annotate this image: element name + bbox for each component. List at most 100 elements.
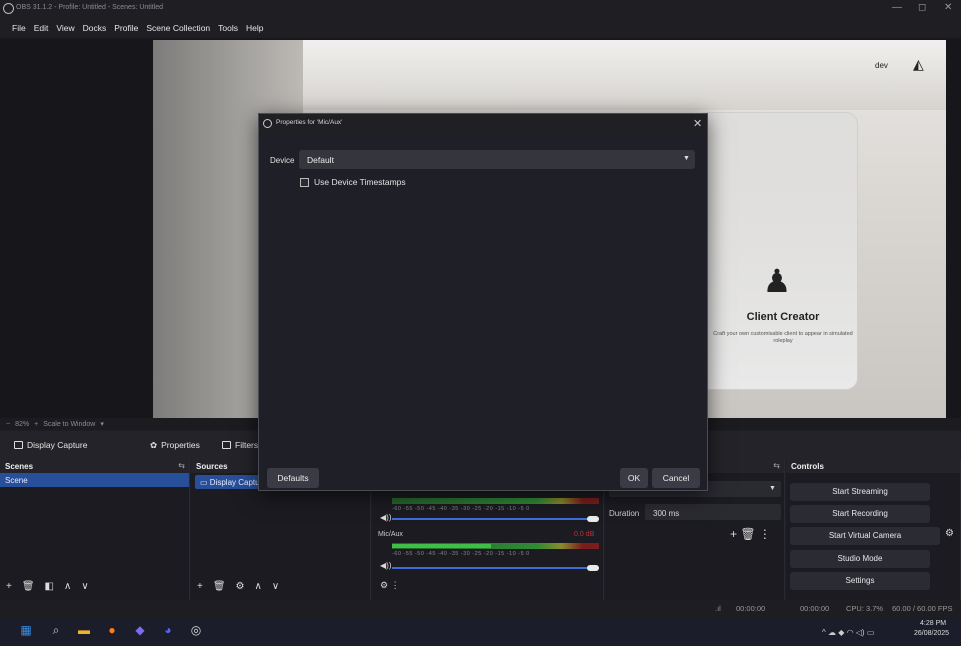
properties-label: Properties — [161, 440, 200, 450]
trash-icon[interactable]: 🗑 — [213, 581, 226, 592]
monitor-icon — [14, 441, 23, 449]
device-value: Default — [307, 155, 334, 165]
scenes-footer: + 🗑 ◧ ∧ ∨ — [6, 581, 89, 592]
zoom-level: 82% — [15, 420, 30, 428]
menu-scene-collection[interactable]: Scene Collection — [146, 23, 210, 33]
channel2-meter-fill — [392, 544, 491, 548]
up-icon[interactable]: ∧ — [255, 581, 262, 592]
virtual-camera-settings-icon[interactable]: ⚙ — [945, 528, 954, 539]
zoom-out-button[interactable]: − — [6, 421, 10, 428]
filter-icon[interactable]: ◧ — [45, 581, 54, 592]
channel2-volume-knob[interactable] — [587, 565, 599, 571]
channel2-scale: -60 -55 -50 -45 -40 -35 -30 -25 -20 -15 … — [392, 551, 530, 557]
discord-icon[interactable]: ◕ — [160, 622, 176, 638]
filters-button[interactable]: Filters — [222, 436, 258, 454]
mixer-settings-icon[interactable]: ⚙ ⋮ — [380, 580, 400, 591]
channel2-name: Mic/Aux — [378, 531, 403, 538]
stream-time: 00:00:00 — [736, 604, 766, 613]
fps-readout: 60.00 / 60.00 FPS — [892, 604, 953, 613]
down-icon[interactable]: ∨ — [81, 581, 88, 592]
app-icon[interactable]: ◆ — [132, 622, 148, 638]
start-virtual-camera-button[interactable]: Start Virtual Camera — [790, 527, 940, 545]
obs-logo-icon — [3, 3, 14, 14]
add-icon[interactable]: + — [197, 581, 203, 592]
use-device-timestamps-checkbox[interactable] — [300, 178, 309, 187]
duration-value: 300 ms — [653, 509, 680, 518]
scenes-header: Scenes ⇆ — [0, 459, 189, 473]
channel1-volume-knob[interactable] — [587, 516, 599, 522]
gear-icon[interactable]: ⚙ — [236, 581, 245, 592]
card-title: Client Creator — [746, 311, 820, 323]
trash-icon[interactable]: 🗑 — [22, 581, 35, 592]
channel1-volume-slider[interactable] — [392, 518, 599, 520]
cpu-usage: CPU: 3.7% — [846, 604, 884, 613]
add-icon[interactable]: + — [6, 581, 12, 592]
add-transition-icon[interactable]: + 🗑 ⋮ — [730, 527, 771, 541]
cancel-button[interactable]: Cancel — [652, 468, 700, 488]
chevron-down-icon[interactable]: ▾ — [100, 420, 104, 428]
dock-options-icon: ⇆ — [178, 461, 185, 470]
windows-start-icon[interactable]: ▦ — [18, 622, 34, 638]
controls-header: Controls — [786, 459, 960, 473]
menu-help[interactable]: Help — [246, 23, 263, 33]
close-button[interactable]: ✕ — [944, 2, 952, 13]
down-icon[interactable]: ∨ — [272, 581, 279, 592]
rec-time: 00:00:00 — [800, 604, 830, 613]
menu-edit[interactable]: Edit — [34, 23, 49, 33]
use-device-timestamps-label: Use Device Timestamps — [314, 177, 406, 187]
selected-source: Display Capture — [14, 436, 87, 454]
studio-mode-button[interactable]: Studio Mode — [790, 550, 930, 568]
dock-options-icon: ⇆ — [773, 461, 780, 470]
search-icon[interactable]: ⌕ — [48, 622, 64, 638]
monitor-icon: ▭ — [200, 478, 210, 487]
channel2-db: 0.0 dB — [574, 531, 595, 538]
device-select[interactable] — [299, 150, 695, 169]
menu-tools[interactable]: Tools — [218, 23, 238, 33]
close-icon[interactable]: ✕ — [693, 117, 702, 130]
scenes-dock: Scenes ⇆ Scene + 🗑 ◧ ∧ ∨ — [0, 459, 190, 600]
system-tray-icons[interactable]: ^ ☁ ◆ ◠ ◁) ▭ — [822, 628, 874, 637]
zoom-in-button[interactable]: + — [34, 421, 38, 428]
maximize-button[interactable]: ◻ — [918, 2, 926, 13]
start-recording-button[interactable]: Start Recording — [790, 505, 930, 523]
minimize-button[interactable]: — — [892, 2, 902, 13]
device-label: Device — [270, 156, 295, 165]
menu-view[interactable]: View — [56, 23, 74, 33]
user-icon: ♟ — [762, 263, 792, 299]
scene-item[interactable]: Scene — [0, 473, 189, 487]
settings-button[interactable]: Settings — [790, 572, 930, 590]
defaults-button[interactable]: Defaults — [267, 468, 319, 488]
menu-docks[interactable]: Docks — [83, 23, 107, 33]
menu-profile[interactable]: Profile — [114, 23, 138, 33]
obs-taskbar-icon[interactable]: ◎ — [188, 622, 204, 638]
dev-label: dev — [875, 61, 888, 70]
firefox-icon[interactable]: ● — [104, 622, 120, 638]
controls-dock: Controls Start Streaming Start Recording… — [786, 459, 961, 600]
properties-button[interactable]: ✿ Properties — [150, 436, 200, 454]
start-streaming-button[interactable]: Start Streaming — [790, 483, 930, 501]
speaker-icon[interactable]: ◀)) — [380, 561, 391, 570]
status-bar: .ıl 00:00:00 00:00:00 CPU: 3.7% 60.00 / … — [0, 601, 961, 617]
preview-ceiling — [303, 40, 946, 110]
channel2-volume-slider[interactable] — [392, 567, 599, 569]
selected-source-label: Display Capture — [27, 440, 88, 450]
sources-footer: + 🗑 ⚙ ∧ ∨ — [197, 581, 279, 592]
card-description: Craft your own customisable client to ap… — [713, 331, 853, 344]
properties-dialog: Properties for 'Mic/Aux' ✕ Device Defaul… — [258, 113, 708, 491]
duration-label: Duration — [609, 509, 640, 518]
up-icon[interactable]: ∧ — [64, 581, 71, 592]
signal-icon: .ıl — [715, 604, 721, 613]
file-explorer-icon[interactable]: ▬ — [76, 622, 92, 638]
dev-logo-icon: ◭ — [913, 56, 924, 72]
window-title: OBS 31.1.2 - Profile: Untitled - Scenes:… — [16, 4, 164, 11]
dialog-title: Properties for 'Mic/Aux' — [276, 119, 343, 126]
speaker-icon[interactable]: ◀)) — [380, 513, 391, 522]
chevron-down-icon: ▼ — [769, 485, 776, 492]
menu-bar: File Edit View Docks Profile Scene Colle… — [0, 18, 961, 38]
ok-button[interactable]: OK — [620, 468, 648, 488]
menu-file[interactable]: File — [12, 23, 26, 33]
filters-label: Filters — [235, 440, 259, 450]
channel1-scale: -60 -55 -50 -45 -40 -35 -30 -25 -20 -15 … — [392, 506, 530, 512]
scale-mode-select[interactable]: Scale to Window — [43, 421, 95, 428]
channel1-meter — [392, 498, 599, 504]
